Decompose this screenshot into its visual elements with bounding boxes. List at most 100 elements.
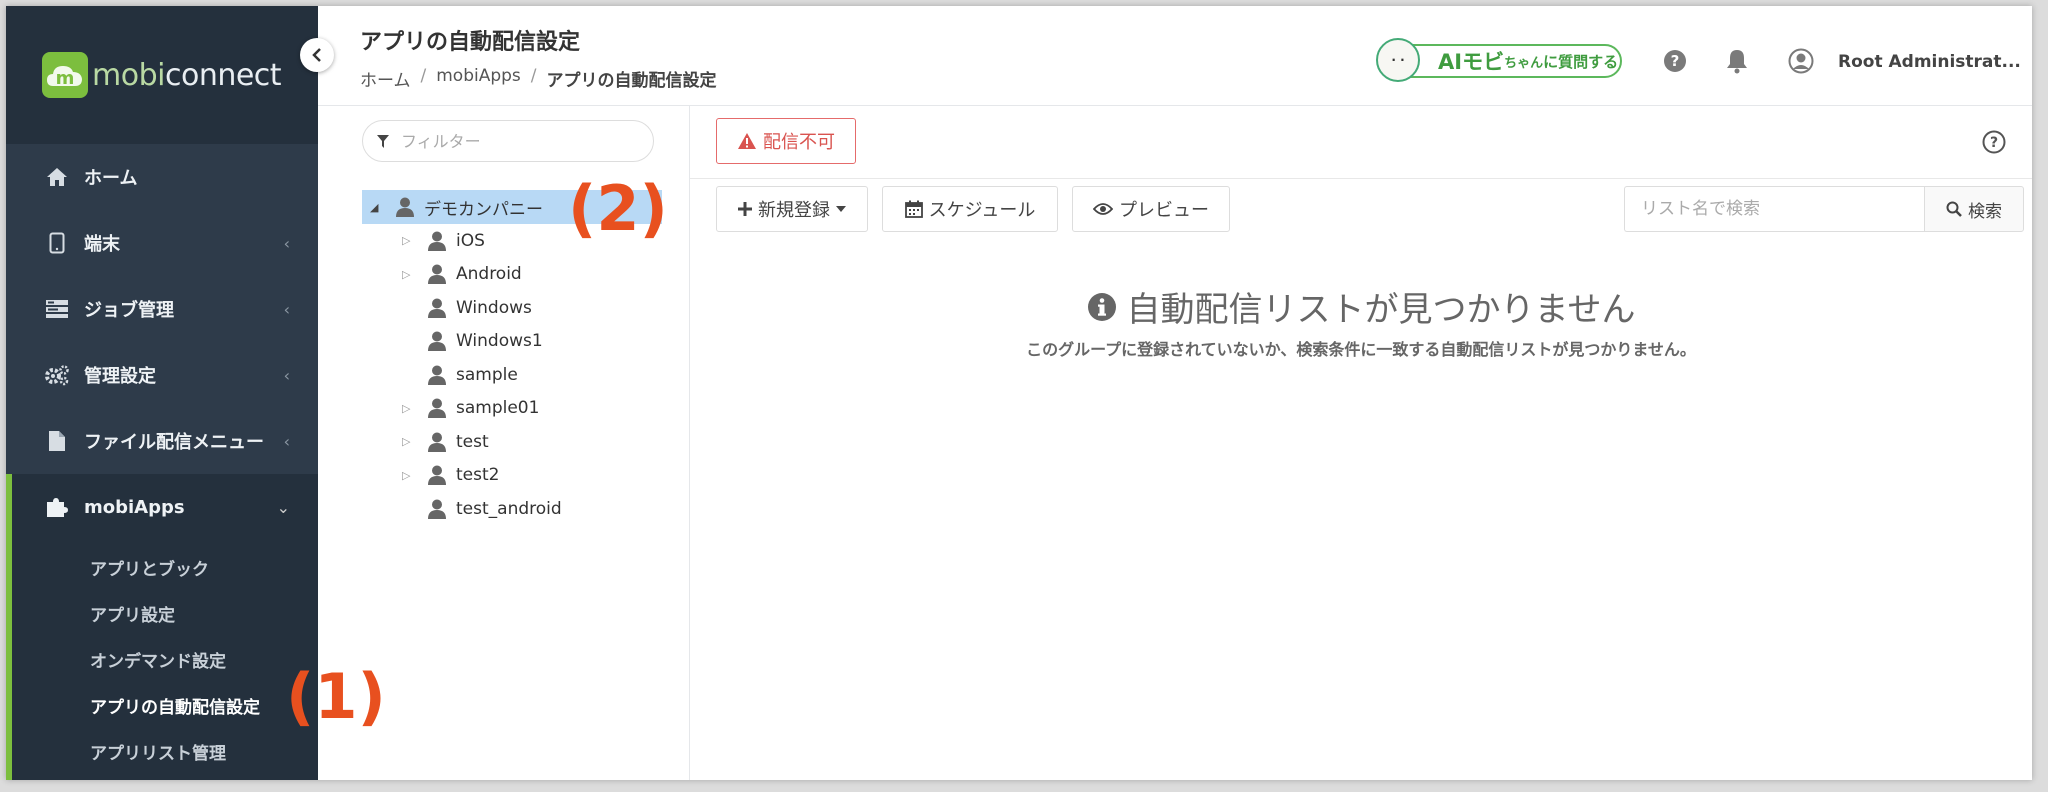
sidebar-item-label: 端末 [84, 234, 120, 255]
breadcrumb-home[interactable]: ホーム [360, 66, 411, 91]
info-icon [1087, 292, 1116, 321]
user-icon [426, 297, 448, 319]
tree-node[interactable]: ▷ Android [362, 258, 662, 292]
calendar-icon [904, 200, 923, 218]
annotation-marker-2: (2) [568, 172, 668, 245]
user-menu[interactable]: Root Administrat... [1838, 52, 2021, 72]
tree-node-label: Windows1 [456, 331, 543, 352]
list-search-input[interactable] [1641, 199, 1901, 219]
expand-triangle-icon[interactable]: ▷ [402, 402, 420, 415]
preview-button[interactable]: プレビュー [1072, 186, 1230, 232]
sidebar: m mobiconnect ホーム 端末 ‹ ジョブ管理 ‹ 管理設定 ‹ ファ… [6, 6, 318, 780]
expand-triangle-icon[interactable]: ▷ [402, 469, 420, 482]
new-register-button[interactable]: 新規登録 [716, 186, 868, 232]
search-button[interactable]: 検索 [1924, 186, 2024, 232]
schedule-button[interactable]: スケジュール [882, 186, 1058, 232]
help-icon[interactable]: ? [1662, 48, 1688, 74]
empty-state-title: 自動配信リストが見つかりません [690, 282, 2032, 331]
tree-node[interactable]: ▷ test [362, 425, 662, 459]
empty-state-description: このグループに登録されていないか、検索条件に一致する自動配信リストが見つかりませ… [1026, 340, 1696, 359]
tree-node-label: Windows [456, 297, 532, 318]
user-icon[interactable] [1788, 48, 1814, 74]
logo[interactable]: m mobiconnect [6, 6, 318, 144]
user-icon [426, 464, 448, 486]
sidebar-item-label: ファイル配信メニュー [84, 432, 264, 453]
expand-triangle-icon[interactable]: ▷ [402, 435, 420, 448]
submenu-on-demand[interactable]: オンデマンド設定 [12, 636, 318, 682]
chevron-left-icon [312, 48, 321, 62]
user-icon [426, 364, 448, 386]
sidebar-item-label: ジョブ管理 [84, 300, 174, 321]
home-icon [44, 164, 70, 190]
tree-node-label: Android [456, 264, 522, 285]
sidebar-collapse-button[interactable] [300, 38, 334, 72]
breadcrumb-separator: / [530, 66, 537, 86]
help-circle-icon[interactable]: ? [1982, 130, 2006, 154]
sidebar-item-label: ホーム [84, 168, 138, 189]
tree-node[interactable]: Windows [362, 291, 662, 325]
job-icon [44, 296, 70, 322]
collapse-triangle-icon[interactable]: ◢ [370, 201, 388, 214]
user-icon [426, 230, 448, 252]
chevron-left-icon: ‹ [283, 365, 290, 385]
breadcrumb-separator: / [420, 66, 427, 86]
tree-node-label: test [456, 431, 489, 452]
tree-node[interactable]: ▷ sample01 [362, 392, 662, 426]
header: アプリの自動配信設定 ホーム / mobiApps / アプリの自動配信設定 ·… [318, 6, 2032, 106]
tree-node-label: test2 [456, 465, 500, 486]
chevron-down-icon: ⌄ [276, 497, 290, 517]
submenu-auto-delivery[interactable]: アプリの自動配信設定 [12, 682, 318, 728]
tree-filter[interactable] [362, 120, 654, 162]
sidebar-item-settings[interactable]: 管理設定 ‹ [6, 342, 318, 408]
tree-node-label: デモカンパニー [424, 199, 543, 220]
device-icon [44, 230, 70, 256]
tree-node-label: test_android [456, 498, 562, 519]
sidebar-item-mobiapps[interactable]: mobiApps ⌄ [6, 474, 318, 540]
logo-mark-icon: m [42, 52, 88, 98]
svg-text:?: ? [1671, 52, 1680, 70]
sidebar-item-label: mobiApps [84, 496, 185, 518]
user-icon [426, 330, 448, 352]
submenu-apps-books[interactable]: アプリとブック [12, 544, 318, 590]
sidebar-item-home[interactable]: ホーム [6, 144, 318, 210]
file-icon [44, 428, 70, 454]
list-search [1624, 186, 1924, 232]
page-title: アプリの自動配信設定 [360, 30, 581, 55]
logo-text: mobiconnect [92, 57, 282, 93]
sidebar-submenu: アプリとブック アプリ設定 オンデマンド設定 アプリの自動配信設定 アプリリスト… [6, 540, 318, 780]
chevron-left-icon: ‹ [283, 233, 290, 253]
plus-icon [738, 202, 752, 216]
tree-node[interactable]: sample [362, 358, 662, 392]
eye-icon [1093, 203, 1113, 215]
main-content: 配信不可 ? 新規登録 スケジュール プレビュー 検索 自動配信リストが見 [690, 106, 2032, 780]
user-icon [426, 263, 448, 285]
caret-down-icon [836, 206, 846, 212]
tree-node[interactable]: ▷ test2 [362, 459, 662, 493]
user-icon [426, 397, 448, 419]
user-icon [426, 498, 448, 520]
ai-assistant-button[interactable]: · · AIモビ ちゃん に質問する [1376, 38, 1622, 82]
expand-triangle-icon[interactable]: ▷ [402, 234, 420, 247]
expand-triangle-icon[interactable]: ▷ [402, 268, 420, 281]
gears-icon [44, 362, 70, 388]
breadcrumb-mobiapps[interactable]: mobiApps [436, 66, 521, 91]
bell-icon[interactable] [1724, 48, 1750, 74]
filter-input[interactable] [401, 131, 621, 151]
sidebar-item-device[interactable]: 端末 ‹ [6, 210, 318, 276]
chevron-left-icon: ‹ [283, 431, 290, 451]
filter-icon [377, 134, 389, 148]
search-icon [1946, 201, 1962, 217]
divider [690, 178, 2032, 179]
user-icon [426, 431, 448, 453]
sidebar-menu: ホーム 端末 ‹ ジョブ管理 ‹ 管理設定 ‹ ファイル配信メニュー ‹ mob… [6, 144, 318, 540]
tree-node[interactable]: Windows1 [362, 325, 662, 359]
sidebar-item-jobs[interactable]: ジョブ管理 ‹ [6, 276, 318, 342]
puzzle-icon [44, 494, 70, 520]
sidebar-item-label: 管理設定 [84, 366, 156, 387]
sidebar-item-file-delivery[interactable]: ファイル配信メニュー ‹ [6, 408, 318, 474]
delivery-disabled-button[interactable]: 配信不可 [716, 118, 856, 164]
tree-node[interactable]: test_android [362, 492, 662, 526]
submenu-app-list[interactable]: アプリリスト管理 [12, 728, 318, 774]
submenu-app-settings[interactable]: アプリ設定 [12, 590, 318, 636]
app-window: m mobiconnect ホーム 端末 ‹ ジョブ管理 ‹ 管理設定 ‹ ファ… [6, 6, 2032, 780]
